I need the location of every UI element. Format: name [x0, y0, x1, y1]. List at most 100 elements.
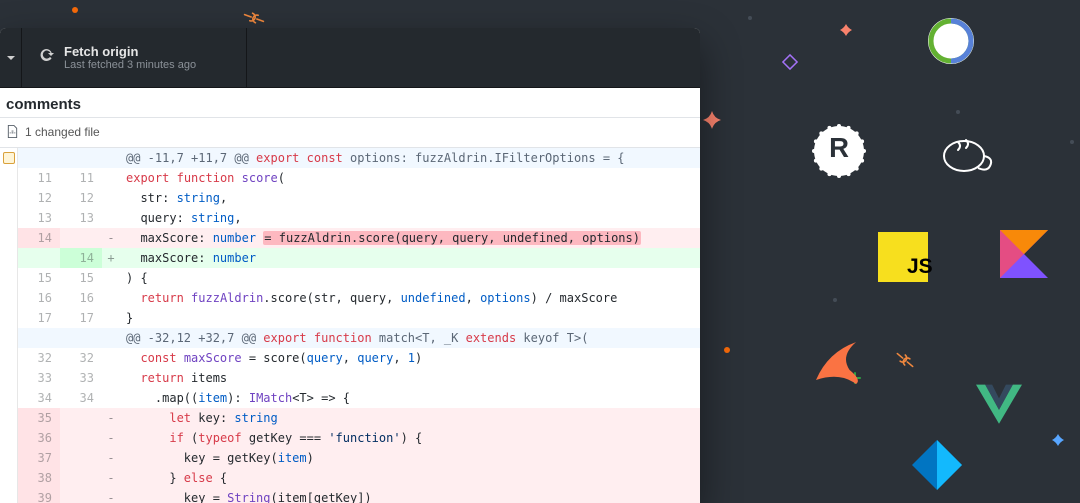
diff-row[interactable]: 3333 return items [18, 368, 700, 388]
diff-row[interactable]: 1212 str: string, [18, 188, 700, 208]
line-number-old: 35 [18, 408, 60, 428]
line-number-new: 15 [60, 268, 102, 288]
code-cell: maxScore: number = fuzzAldrin.score(quer… [120, 228, 700, 248]
file-marker[interactable] [3, 152, 15, 164]
line-number-old: 36 [18, 428, 60, 448]
line-number-old: 17 [18, 308, 60, 328]
changed-files-text: 1 changed file [25, 125, 100, 139]
code-cell: return fuzzAldrin.score(str, query, unde… [120, 288, 700, 308]
diff-sign [102, 188, 120, 208]
diff-sign [102, 288, 120, 308]
line-number-new: 32 [60, 348, 102, 368]
sparkle-icon [703, 111, 721, 129]
line-number-new: 17 [60, 308, 102, 328]
clojure-logo [928, 18, 974, 64]
js-logo: JS [878, 232, 933, 282]
line-number-new: 33 [60, 368, 102, 388]
diff-sign [102, 208, 120, 228]
diff-sign: - [102, 228, 120, 248]
diff-row[interactable]: @@ -11,7 +11,7 @@ export const options: … [18, 148, 700, 168]
chevron-down-icon [6, 53, 16, 63]
sparkle-icon [840, 24, 852, 36]
sync-icon [38, 47, 54, 68]
diff-sign [102, 388, 120, 408]
svg-text:JS: JS [907, 255, 933, 278]
toolbar: Fetch origin Last fetched 3 minutes ago [0, 28, 700, 88]
code-cell: } else { [120, 468, 700, 488]
diff-row[interactable]: 1313 query: string, [18, 208, 700, 228]
diff-row[interactable]: 35- let key: string [18, 408, 700, 428]
diff-area: @@ -11,7 +11,7 @@ export const options: … [0, 148, 700, 503]
line-number-old: 32 [18, 348, 60, 368]
line-number-old: 37 [18, 448, 60, 468]
fetch-subtitle: Last fetched 3 minutes ago [64, 59, 196, 71]
code-cell: ) { [120, 268, 700, 288]
line-number-old: 13 [18, 208, 60, 228]
diff-row[interactable]: 36 - if (typeof getKey === 'function') { [18, 428, 700, 448]
code-cell: query: string, [120, 208, 700, 228]
diff-row[interactable]: 14- maxScore: number = fuzzAldrin.score(… [18, 228, 700, 248]
diff-sign: - [102, 468, 120, 488]
line-number-new: 14 [60, 248, 102, 268]
diff-sign: + [102, 248, 120, 268]
svg-text:R: R [829, 132, 849, 163]
line-number-new: 12 [60, 188, 102, 208]
vue-logo [976, 385, 1022, 424]
line-number-old: 34 [18, 388, 60, 408]
diff-sign [102, 368, 120, 388]
diff-row[interactable]: 3434 .map((item): IMatch<T> => { [18, 388, 700, 408]
diff-row[interactable]: 37 - key = getKey(item) [18, 448, 700, 468]
line-number-old: 16 [18, 288, 60, 308]
line-number-new: 11 [60, 168, 102, 188]
diff-sign: - [102, 448, 120, 468]
line-number-old: 39 [18, 488, 60, 503]
diff-row[interactable]: 1616 return fuzzAldrin.score(str, query,… [18, 288, 700, 308]
diff-row[interactable]: 14+ maxScore: number [18, 248, 700, 268]
code-cell: .map((item): IMatch<T> => { [120, 388, 700, 408]
marker-gutter [0, 148, 18, 503]
code-cell: export function score( [120, 168, 700, 188]
diff-row[interactable]: @@ -32,12 +32,7 @@ export function match… [18, 328, 700, 348]
diff-sign [102, 268, 120, 288]
fetch-button[interactable]: Fetch origin Last fetched 3 minutes ago [22, 28, 247, 87]
sparkle-icon [1052, 434, 1064, 446]
diff-row[interactable]: 1111 export function score( [18, 168, 700, 188]
rust-logo: R [812, 124, 866, 178]
diff-sign [102, 168, 120, 188]
file-summary[interactable]: 1 changed file [0, 118, 700, 148]
diff-sign: - [102, 488, 120, 503]
fetch-title: Fetch origin [64, 44, 196, 60]
line-number-new: 13 [60, 208, 102, 228]
line-number-old: 15 [18, 268, 60, 288]
diff-row[interactable]: 1717 } [18, 308, 700, 328]
toolbar-spacer [247, 28, 700, 87]
diff-view[interactable]: @@ -11,7 +11,7 @@ export const options: … [18, 148, 700, 503]
diff-sign [102, 348, 120, 368]
line-number-old: 11 [18, 168, 60, 188]
code-cell: const maxScore = score(query, query, 1) [120, 348, 700, 368]
code-cell: return items [120, 368, 700, 388]
code-cell: key = String(item[getKey]) [120, 488, 700, 503]
coffee-logo [944, 140, 991, 171]
branch-dropdown[interactable] [0, 28, 22, 87]
commit-title: comments [6, 96, 694, 113]
stage: R JS Fetch origin Last fetched 3 minutes … [0, 0, 1080, 503]
line-number-new: 34 [60, 388, 102, 408]
diff-row[interactable]: 1515 ) { [18, 268, 700, 288]
diff-window: Fetch origin Last fetched 3 minutes ago … [0, 28, 700, 503]
diff-row[interactable]: 38 - } else { [18, 468, 700, 488]
plug-icon [243, 11, 265, 25]
code-cell: if (typeof getKey === 'function') { [120, 428, 700, 448]
fetch-text: Fetch origin Last fetched 3 minutes ago [64, 44, 196, 72]
swift-logo [816, 342, 858, 384]
diff-sign: - [102, 428, 120, 448]
diff-sign [102, 308, 120, 328]
diff-sign: - [102, 408, 120, 428]
code-cell: key = getKey(item) [120, 448, 700, 468]
diff-row[interactable]: 3232 const maxScore = score(query, query… [18, 348, 700, 368]
code-cell: @@ -32,12 +32,7 @@ export function match… [120, 328, 700, 348]
kotlin-logo [1000, 230, 1048, 278]
diff-row[interactable]: 39 - key = String(item[getKey]) [18, 488, 700, 503]
commit-subhead: comments [0, 88, 700, 118]
line-number-old: 38 [18, 468, 60, 488]
